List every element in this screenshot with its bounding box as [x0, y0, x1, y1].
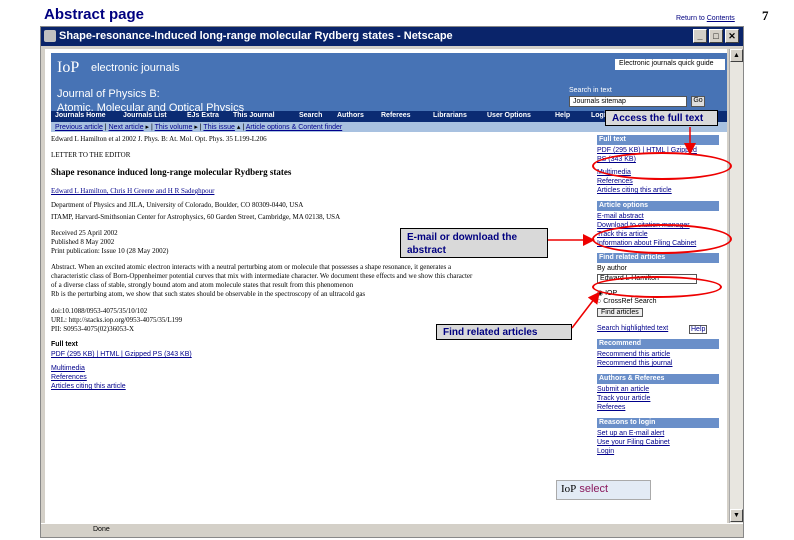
callout-arrows	[548, 127, 696, 329]
arrow-to-related	[571, 291, 600, 329]
